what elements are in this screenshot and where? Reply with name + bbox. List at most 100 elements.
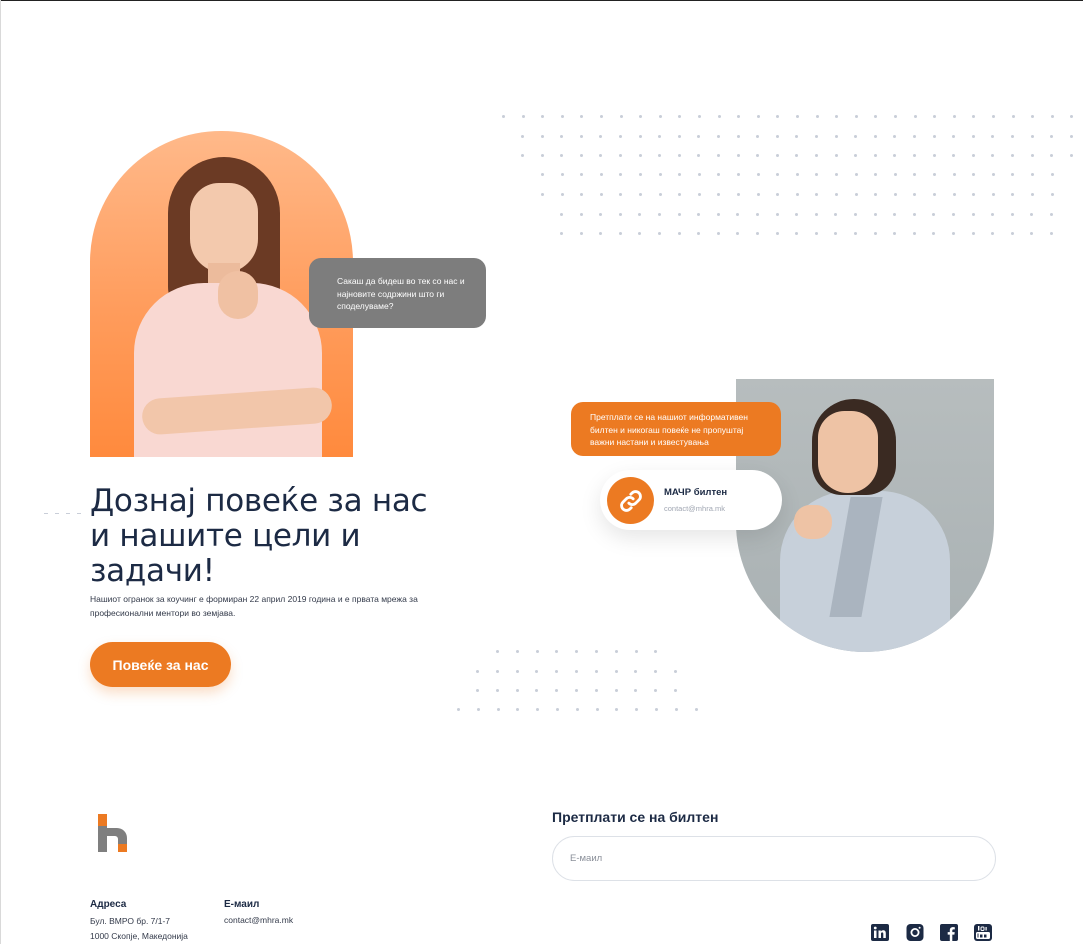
decorative-dot — [1010, 232, 1014, 235]
decorative-dot — [912, 213, 916, 216]
decorative-dot — [541, 115, 545, 118]
decorative-dot — [913, 135, 916, 138]
decorative-dot — [634, 670, 638, 673]
decorative-dot — [913, 173, 917, 176]
youtube-icon[interactable] — [974, 924, 992, 941]
decorative-dot — [638, 135, 642, 138]
decorative-dot — [874, 193, 878, 196]
link-icon — [607, 477, 654, 524]
decorative-dot — [1010, 213, 1014, 216]
decorative-dot — [540, 154, 544, 157]
linkedin-icon[interactable] — [871, 924, 889, 941]
decorative-dot — [677, 213, 681, 216]
decorative-dot — [834, 135, 838, 138]
decorative-dot — [972, 173, 976, 176]
decorative-dot — [893, 135, 897, 138]
decorative-dot — [697, 135, 701, 138]
newsletter-card[interactable]: МАЧР билтен contact@mhra.mk — [600, 470, 782, 530]
instagram-icon[interactable] — [906, 924, 924, 941]
decorative-dot — [516, 708, 520, 711]
decorative-dot — [933, 115, 937, 118]
decorative-dot — [1050, 135, 1054, 138]
decorative-dot — [815, 154, 818, 157]
decorative-dot — [635, 708, 639, 711]
speech-bubble-grey: Сакаш да бидеш во тек со нас и најновите… — [309, 258, 486, 328]
decorative-dot — [717, 115, 721, 118]
decorative-dot — [991, 232, 995, 235]
decorative-dot — [854, 213, 857, 216]
decorative-dot — [933, 193, 936, 196]
decorative-dot — [893, 232, 897, 235]
decorative-dot — [615, 708, 619, 711]
decorative-dot — [795, 154, 799, 157]
decorative-dot — [736, 135, 740, 138]
decorative-dot — [1050, 193, 1054, 196]
decorative-dot — [1011, 193, 1015, 196]
decorative-dot — [912, 232, 916, 235]
decorative-dot — [639, 115, 643, 118]
decorative-dot — [599, 193, 603, 196]
decorative-dot — [496, 650, 499, 653]
decorative-dot — [515, 670, 519, 673]
decorative-dot — [991, 135, 995, 138]
decorative-dot — [717, 173, 721, 176]
decorative-dot — [580, 173, 584, 176]
decorative-dot — [580, 115, 584, 118]
decorative-dot — [1030, 154, 1034, 157]
email-link[interactable]: contact@mhra.mk — [224, 915, 293, 925]
decorative-dot — [854, 232, 857, 235]
decorative-dot — [599, 232, 603, 235]
decorative-dot — [795, 135, 799, 138]
facebook-icon[interactable] — [940, 924, 958, 941]
decorative-dot — [580, 193, 584, 196]
decorative-dot — [776, 115, 780, 118]
decorative-dot — [1050, 154, 1054, 157]
decorative-dot — [677, 232, 681, 235]
decorative-dot — [502, 115, 505, 118]
decorative-dot — [796, 115, 799, 118]
decorative-dot — [775, 154, 779, 157]
decorative-dot — [521, 115, 525, 118]
decorative-dot — [654, 670, 658, 673]
decorative-dot — [894, 115, 897, 118]
decorative-dot — [814, 213, 818, 216]
decorative-dot — [555, 689, 559, 692]
decorative-dot — [535, 689, 539, 692]
decorative-dot — [756, 193, 760, 196]
decorative-dot — [1011, 135, 1014, 138]
decorative-dot — [560, 154, 564, 157]
newsletter-email-input[interactable] — [552, 836, 996, 881]
decorative-dot — [716, 213, 720, 216]
decorative-dot — [814, 232, 818, 235]
decorative-dot — [1030, 213, 1034, 216]
newsletter-card-email: contact@mhra.mk — [664, 504, 725, 513]
decorative-dot — [515, 650, 519, 653]
decorative-dot — [1050, 232, 1053, 235]
decorative-dot — [579, 232, 583, 235]
decorative-dot — [874, 115, 878, 118]
decorative-dot — [594, 670, 598, 673]
decorative-dot — [933, 173, 936, 176]
decorative-dot — [594, 689, 598, 692]
decorative-dot — [575, 708, 579, 711]
decorative-dot — [575, 689, 578, 692]
decorative-dot — [677, 154, 681, 157]
decorative-dot — [991, 173, 995, 176]
decorative-dot — [992, 115, 995, 118]
decorative-dot — [495, 670, 499, 673]
decorative-dot — [971, 232, 975, 235]
decorative-dot — [614, 650, 618, 653]
decorative-dot — [893, 193, 897, 196]
decorative-dot — [674, 670, 677, 673]
decorative-dot — [579, 213, 583, 216]
decorative-dot — [835, 193, 838, 196]
decorative-dot — [678, 115, 682, 118]
decorative-dot — [521, 154, 524, 157]
decorative-dot — [638, 213, 642, 216]
decorative-dot — [476, 708, 480, 711]
decorative-dot — [736, 232, 740, 235]
decorative-dot — [873, 232, 877, 235]
more-about-us-button[interactable]: Повеќе за нас — [90, 642, 231, 687]
decorative-dot — [457, 708, 460, 711]
brand-logo[interactable] — [96, 814, 132, 854]
